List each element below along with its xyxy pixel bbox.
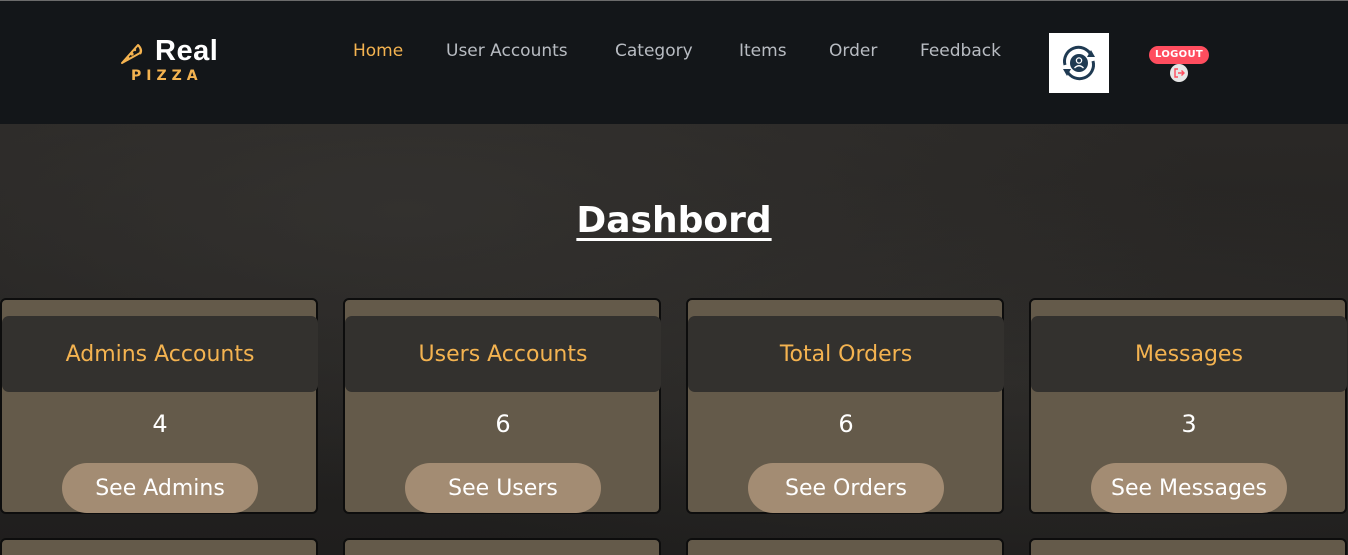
card-partial (343, 538, 661, 555)
logout-label: LOGOUT (1149, 46, 1209, 64)
card-count: 3 (1181, 410, 1197, 438)
card-count: 6 (495, 410, 511, 438)
card-partial (0, 538, 318, 555)
dashboard-main: Dashbord Admins Accounts 4 See Admins Us… (0, 124, 1348, 555)
nav-user-accounts[interactable]: User Accounts (446, 41, 568, 61)
user-sync-icon (1063, 45, 1095, 81)
nav-items[interactable]: Items (739, 41, 787, 61)
orders-card: Total Orders 6 See Orders (686, 298, 1004, 514)
card-count: 4 (152, 410, 168, 438)
logout-icon (1170, 64, 1188, 82)
see-messages-button[interactable]: See Messages (1091, 463, 1287, 513)
brand-name-bottom: PIZZA (131, 68, 203, 84)
users-card: Users Accounts 6 See Users (343, 298, 661, 514)
messages-card: Messages 3 See Messages (1029, 298, 1347, 514)
card-count: 6 (838, 410, 854, 438)
nav-feedback[interactable]: Feedback (920, 41, 1001, 61)
nav-order[interactable]: Order (829, 41, 877, 61)
card-partial (1029, 538, 1347, 555)
see-orders-button[interactable]: See Orders (748, 463, 944, 513)
see-users-button[interactable]: See Users (405, 463, 601, 513)
card-title: Admins Accounts (2, 316, 318, 392)
card-partial (686, 538, 1004, 555)
nav-home[interactable]: Home (353, 41, 403, 61)
brand-name-top: Real (155, 35, 219, 67)
navbar: Real PIZZA Home User Accounts Category I… (0, 1, 1348, 124)
page-title: Dashbord (576, 200, 772, 241)
see-admins-button[interactable]: See Admins (62, 463, 258, 513)
logout-button[interactable]: LOGOUT (1149, 46, 1209, 82)
brand-logo[interactable]: Real PIZZA (118, 35, 228, 89)
card-title: Users Accounts (345, 316, 661, 392)
admins-card: Admins Accounts 4 See Admins (0, 298, 318, 514)
profile-button[interactable] (1049, 33, 1109, 93)
pizza-slice-icon (121, 44, 143, 64)
card-title: Messages (1031, 316, 1347, 392)
card-title: Total Orders (688, 316, 1004, 392)
nav-category[interactable]: Category (615, 41, 693, 61)
